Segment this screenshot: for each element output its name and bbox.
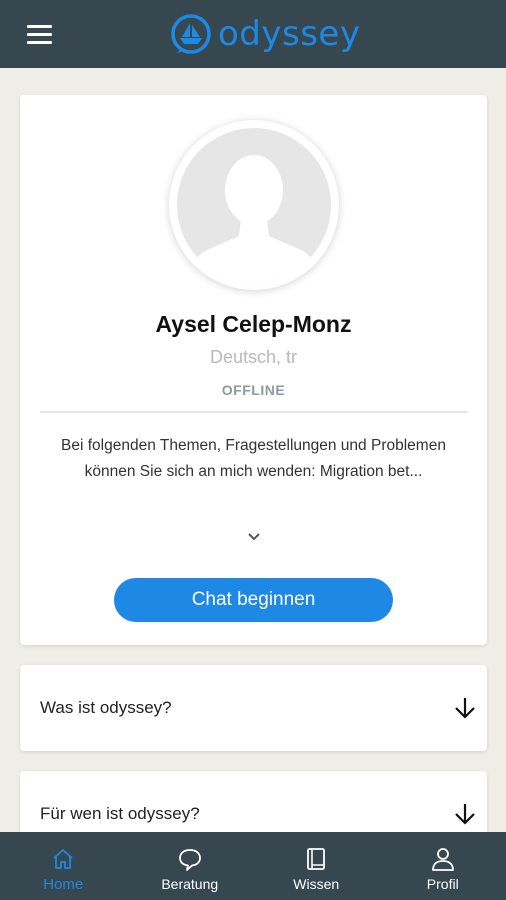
home-icon <box>53 849 73 869</box>
hamburger-menu-icon[interactable] <box>27 25 52 44</box>
nav-item-beratung[interactable]: Beratung <box>127 832 254 900</box>
counselor-languages: Deutsch, tr <box>209 347 298 367</box>
faq-item-what-is-odyssey[interactable]: Was ist odyssey? <box>20 665 487 751</box>
odyssey-boat-logo-icon <box>171 14 211 54</box>
app-header: odyssey <box>0 0 506 68</box>
app-logo: odyssey <box>170 12 360 56</box>
nav-label: Wissen <box>293 876 340 892</box>
nav-item-profil[interactable]: Profil <box>380 832 506 900</box>
app-name: odyssey <box>218 14 361 54</box>
divider <box>40 411 468 413</box>
nav-label: Home <box>43 876 84 893</box>
arrow-down-icon <box>455 698 475 719</box>
start-chat-button[interactable]: Chat beginnen <box>114 578 393 622</box>
chevron-down-icon[interactable] <box>244 527 264 547</box>
status-badge: OFFLINE <box>221 382 286 398</box>
person-silhouette-icon <box>185 155 323 282</box>
faq-question: Für wen ist odyssey? <box>40 804 200 823</box>
nav-item-home[interactable]: Home <box>0 832 127 900</box>
avatar <box>169 120 339 290</box>
arrow-down-icon <box>455 804 475 825</box>
book-icon <box>307 848 326 870</box>
counselor-name: Aysel Celep-Monz <box>155 311 352 337</box>
bottom-navigation: Home Beratung Wissen Profil <box>0 832 506 900</box>
faq-question: Was ist odyssey? <box>40 698 172 717</box>
user-icon <box>431 848 454 871</box>
counselor-profile-card: Aysel Celep-Monz Deutsch, tr OFFLINE Bei… <box>20 95 487 645</box>
nav-item-wissen[interactable]: Wissen <box>253 832 380 900</box>
chat-bubble-icon <box>178 849 201 871</box>
nav-label: Profil <box>426 876 459 892</box>
counselor-description: Bei folgenden Themen, Fragestellungen un… <box>61 437 446 480</box>
nav-label: Beratung <box>161 876 219 892</box>
